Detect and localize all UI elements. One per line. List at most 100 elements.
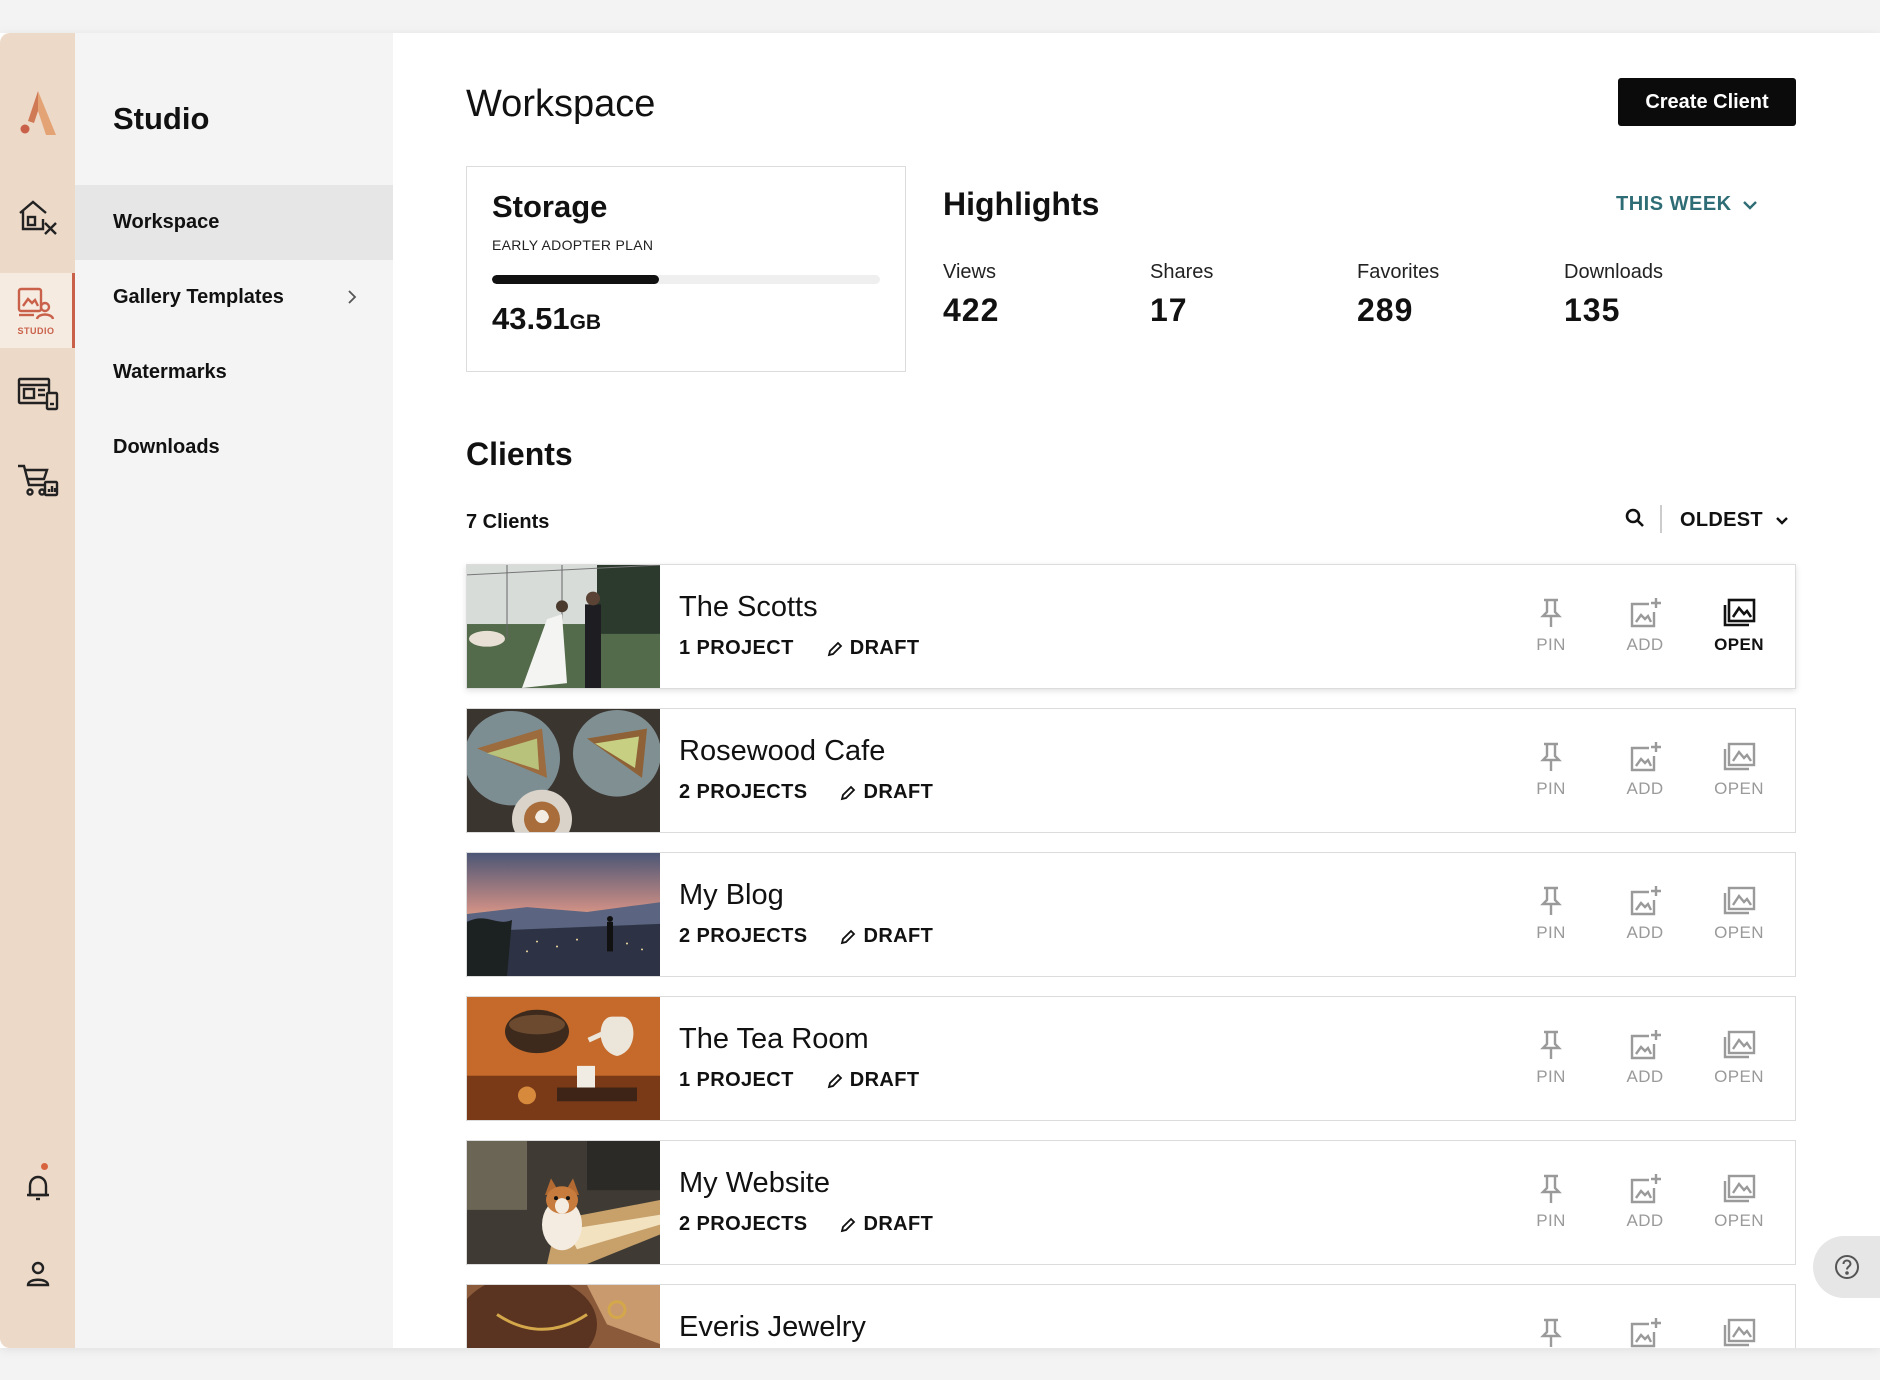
open-button[interactable] <box>1707 1315 1771 1348</box>
tea-set-photo <box>467 997 660 1120</box>
store-analytics-icon <box>17 464 58 497</box>
add-image-icon <box>1630 742 1661 772</box>
subnav-item-label: Watermarks <box>113 361 227 383</box>
profile-button[interactable] <box>0 1239 75 1309</box>
stat-value: 135 <box>1564 292 1621 328</box>
add-button[interactable]: ADD <box>1613 595 1677 655</box>
chevron-down-icon <box>1742 200 1757 210</box>
pin-button[interactable]: PIN <box>1519 1027 1583 1087</box>
corgi-dog-photo <box>467 1141 660 1264</box>
client-row[interactable]: The Tea Room 1 PROJECT DRAFT PIN ADD OPE… <box>466 996 1796 1121</box>
pin-button[interactable]: PIN <box>1519 739 1583 799</box>
search-icon[interactable] <box>1623 506 1647 530</box>
add-button[interactable]: ADD <box>1613 1171 1677 1231</box>
draft-label: DRAFT <box>863 925 934 947</box>
subnav-item-gallery-templates[interactable]: Gallery Templates <box>75 260 393 335</box>
stat-views: Views 422 <box>943 261 999 329</box>
client-name: My Blog <box>679 879 784 911</box>
help-button[interactable] <box>1813 1236 1880 1298</box>
pin-button[interactable]: PIN <box>1519 883 1583 943</box>
notification-dot <box>41 1163 48 1170</box>
pin-label: PIN <box>1536 1067 1566 1086</box>
add-label: ADD <box>1626 1067 1664 1086</box>
period-dropdown[interactable]: THIS WEEK <box>1616 193 1758 216</box>
client-meta: 1 PROJECT DRAFT <box>679 1069 920 1092</box>
pencil-icon <box>827 1073 843 1088</box>
subnav-item-label: Gallery Templates <box>113 286 284 308</box>
icon-rail: STUDIO <box>0 33 75 1348</box>
notifications-button[interactable] <box>0 1153 75 1223</box>
rail-studio-button[interactable]: STUDIO <box>0 273 75 348</box>
row-actions: PIN ADD OPEN <box>1519 595 1771 655</box>
open-button[interactable]: OPEN <box>1707 595 1771 655</box>
draft-label: DRAFT <box>849 637 920 659</box>
stat-favorites: Favorites 289 <box>1357 261 1439 329</box>
client-row[interactable]: Rosewood Cafe 2 PROJECTS DRAFT PIN ADD O… <box>466 708 1796 833</box>
open-label: OPEN <box>1714 635 1764 654</box>
bell-icon <box>26 1175 49 1201</box>
subnav-item-label: Workspace <box>113 211 220 233</box>
pin-icon <box>1540 1030 1562 1059</box>
stat-value: 17 <box>1150 292 1188 328</box>
pin-button[interactable] <box>1519 1315 1583 1348</box>
client-name: Rosewood Cafe <box>679 735 886 767</box>
client-meta: 2 PROJECTS DRAFT <box>679 925 933 948</box>
add-image-icon <box>1630 598 1661 628</box>
rail-store-button[interactable] <box>0 444 75 514</box>
sort-dropdown[interactable]: OLDEST <box>1680 509 1789 532</box>
wedding-photo <box>467 565 660 688</box>
home-edit-icon <box>18 200 57 235</box>
pin-button[interactable]: PIN <box>1519 595 1583 655</box>
open-button[interactable]: OPEN <box>1707 1171 1771 1231</box>
pencil-icon <box>841 785 856 800</box>
stat-label: Shares <box>1150 261 1214 283</box>
draft-label: DRAFT <box>849 1069 920 1091</box>
stat-value: 289 <box>1357 292 1414 328</box>
draft-status: DRAFT <box>839 1213 933 1236</box>
workspace-main: Workspace Create Client Storage EARLY AD… <box>393 33 1880 1348</box>
add-button[interactable]: ADD <box>1613 739 1677 799</box>
sort-label: OLDEST <box>1680 509 1763 531</box>
open-button[interactable]: OPEN <box>1707 883 1771 943</box>
add-label: ADD <box>1626 635 1664 654</box>
project-count: 1 PROJECT <box>679 637 794 659</box>
open-label: OPEN <box>1714 1067 1764 1086</box>
client-row[interactable]: The Scotts 1 PROJECT DRAFT PIN ADD OPEN <box>466 564 1796 689</box>
rail-home-button[interactable] <box>0 180 75 250</box>
pin-label: PIN <box>1536 1211 1566 1230</box>
studio-subnav: Studio Workspace Gallery Templates Water… <box>75 33 393 1348</box>
clients-title: Clients <box>466 436 573 472</box>
add-button[interactable]: ADD <box>1613 883 1677 943</box>
add-image-icon <box>1630 1030 1661 1060</box>
draft-status: DRAFT <box>826 637 920 660</box>
project-count: 2 PROJECTS <box>679 781 808 803</box>
draft-status: DRAFT <box>839 781 933 804</box>
rail-website-button[interactable] <box>0 357 75 427</box>
open-button[interactable]: OPEN <box>1707 739 1771 799</box>
client-name: Everis Jewelry <box>679 1311 866 1343</box>
subnav-item-workspace[interactable]: Workspace <box>75 185 393 260</box>
open-label: OPEN <box>1714 923 1764 942</box>
gallery-icon <box>1723 598 1756 627</box>
stat-value: 422 <box>943 292 1000 328</box>
cafe-food-photo <box>467 709 660 832</box>
open-button[interactable]: OPEN <box>1707 1027 1771 1087</box>
add-button[interactable] <box>1613 1315 1677 1348</box>
client-row[interactable]: My Website 2 PROJECTS DRAFT PIN ADD OPEN <box>466 1140 1796 1265</box>
subnav-item-watermarks[interactable]: Watermarks <box>75 335 393 410</box>
gallery-icon <box>1723 1174 1756 1203</box>
add-image-icon <box>1630 1174 1661 1204</box>
create-client-button[interactable]: Create Client <box>1618 78 1796 126</box>
pin-button[interactable]: PIN <box>1519 1171 1583 1231</box>
add-label: ADD <box>1626 1211 1664 1230</box>
gallery-icon <box>1723 1318 1756 1347</box>
add-button[interactable]: ADD <box>1613 1027 1677 1087</box>
storage-usage-bar <box>492 275 880 284</box>
client-row[interactable]: Everis Jewelry <box>466 1284 1796 1348</box>
pencil-icon <box>841 1217 856 1232</box>
project-count: 1 PROJECT <box>679 1069 794 1091</box>
client-row[interactable]: My Blog 2 PROJECTS DRAFT PIN ADD OPEN <box>466 852 1796 977</box>
studio-gallery-icon <box>17 287 55 320</box>
jewelry-photo <box>467 1285 660 1348</box>
subnav-item-downloads[interactable]: Downloads <box>75 410 393 485</box>
